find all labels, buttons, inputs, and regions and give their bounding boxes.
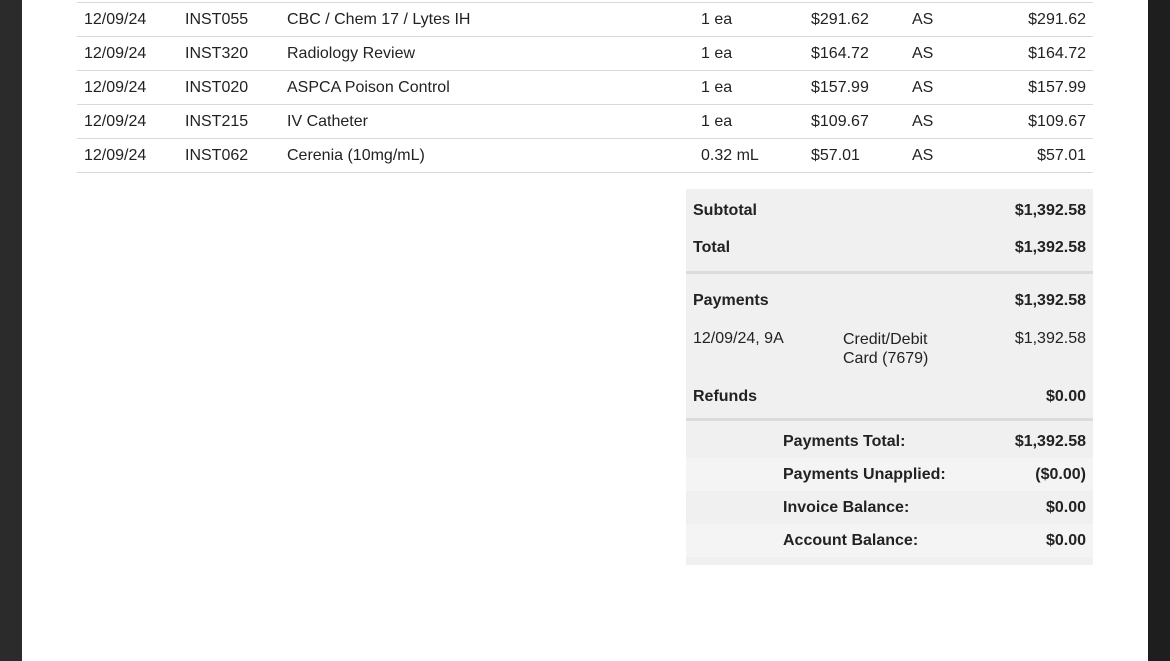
refunds-label: Refunds	[693, 388, 757, 405]
table-row: 12/09/24 INST215 IV Catheter 1 ea $109.6…	[77, 104, 1093, 139]
item-price: $57.01	[811, 146, 860, 164]
balance-value: $1,392.58	[1014, 432, 1086, 450]
balance-label: Invoice Balance:	[783, 498, 910, 516]
item-date: 12/09/24	[84, 78, 147, 96]
item-qty: 1 ea	[701, 78, 733, 96]
table-row: 12/09/24 INST320 Radiology Review 1 ea $…	[77, 36, 1093, 71]
item-qty: 1 ea	[701, 10, 733, 28]
payments-unapplied-row: Payments Unapplied: ($0.00)	[686, 458, 1093, 491]
item-staff: AS	[912, 112, 934, 130]
account-balance-row: Account Balance: $0.00	[686, 524, 1093, 557]
refunds-row: Refunds $0.00	[686, 372, 1093, 418]
payment-amount: $1,392.58	[1014, 330, 1086, 347]
balance-label: Payments Total:	[783, 432, 906, 450]
subtotal-value: $1,392.58	[1014, 202, 1086, 219]
item-total: $164.72	[1028, 44, 1086, 62]
payments-value: $1,392.58	[1014, 292, 1086, 309]
item-staff: AS	[912, 44, 934, 62]
item-staff: AS	[912, 78, 934, 96]
balance-value: ($0.00)	[1035, 465, 1086, 483]
item-price: $164.72	[811, 44, 869, 62]
subtotal-row: Subtotal $1,392.58	[686, 189, 1093, 229]
scrollbar-track[interactable]	[1148, 0, 1170, 661]
table-row: 12/09/24 INST062 Cerenia (10mg/mL) 0.32 …	[77, 138, 1093, 173]
item-total: $291.62	[1028, 10, 1086, 28]
item-qty: 0.32 mL	[701, 146, 759, 164]
item-date: 12/09/24	[84, 44, 147, 62]
item-code: INST020	[185, 78, 249, 96]
total-row: Total $1,392.58	[686, 229, 1093, 271]
balance-label: Payments Unapplied:	[783, 465, 946, 483]
item-qty: 1 ea	[701, 112, 733, 130]
payment-method: Credit/Debit Card (7679)	[843, 330, 928, 368]
total-label: Total	[693, 239, 731, 256]
item-code: INST215	[185, 112, 249, 130]
payments-label: Payments	[693, 292, 769, 309]
refunds-value: $0.00	[1045, 388, 1086, 405]
line-items-table: 12/09/24 INST055 CBC / Chem 17 / Lytes I…	[77, 2, 1093, 173]
payment-method-line2: Card (7679)	[843, 350, 929, 367]
total-value: $1,392.58	[1014, 239, 1086, 256]
item-description: CBC / Chem 17 / Lytes IH	[287, 10, 471, 28]
item-date: 12/09/24	[84, 10, 147, 28]
invoice-summary: Subtotal $1,392.58 Total $1,392.58 Payme…	[686, 189, 1093, 565]
invoice-balance-row: Invoice Balance: $0.00	[686, 491, 1093, 524]
item-code: INST320	[185, 44, 249, 62]
subtotal-label: Subtotal	[693, 202, 757, 219]
payment-date: 12/09/24, 9A	[693, 330, 784, 347]
item-price: $109.67	[811, 112, 869, 130]
item-staff: AS	[912, 146, 934, 164]
payments-row: Payments $1,392.58	[686, 274, 1093, 324]
item-code: INST062	[185, 146, 249, 164]
item-staff: AS	[912, 10, 934, 28]
payment-method-line1: Credit/Debit	[843, 331, 928, 348]
payments-total-row: Payments Total: $1,392.58	[686, 425, 1093, 458]
item-total: $109.67	[1028, 112, 1086, 130]
item-description: Cerenia (10mg/mL)	[287, 146, 425, 164]
table-row: 12/09/24 INST020 ASPCA Poison Control 1 …	[77, 70, 1093, 105]
item-total: $157.99	[1028, 78, 1086, 96]
balance-label: Account Balance:	[783, 531, 919, 549]
item-price: $291.62	[811, 10, 869, 28]
item-price: $157.99	[811, 78, 869, 96]
item-date: 12/09/24	[84, 112, 147, 130]
payment-entry: 12/09/24, 9A Credit/Debit Card (7679) $1…	[686, 324, 1093, 372]
item-description: ASPCA Poison Control	[287, 78, 450, 96]
item-date: 12/09/24	[84, 146, 147, 164]
item-total: $57.01	[1037, 146, 1086, 164]
balance-value: $0.00	[1045, 531, 1086, 549]
item-description: Radiology Review	[287, 44, 416, 62]
item-description: IV Catheter	[287, 112, 368, 130]
item-qty: 1 ea	[701, 44, 733, 62]
item-code: INST055	[185, 10, 249, 28]
table-row: 12/09/24 INST055 CBC / Chem 17 / Lytes I…	[77, 2, 1093, 37]
balance-block: Payments Total: $1,392.58 Payments Unapp…	[686, 421, 1093, 565]
balance-value: $0.00	[1045, 498, 1086, 516]
